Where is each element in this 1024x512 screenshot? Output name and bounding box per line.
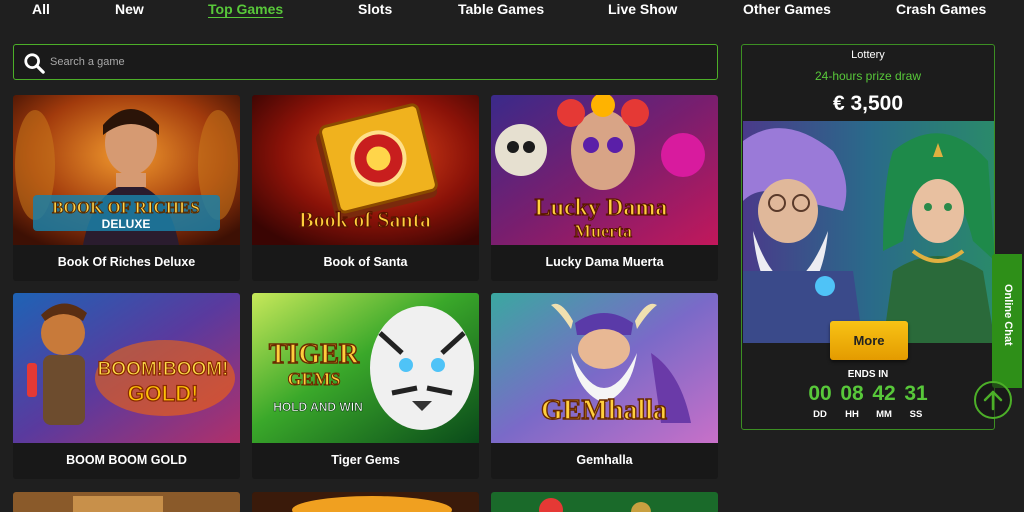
art-subtitle: Muerta	[574, 221, 632, 241]
lottery-more-button[interactable]: More	[830, 321, 908, 360]
game-card-partial[interactable]	[491, 492, 718, 512]
lottery-subtitle: 24-hours prize draw	[814, 69, 922, 83]
game-title[interactable]: Lucky Dama Muerta	[491, 245, 718, 281]
game-card-partial[interactable]	[252, 492, 479, 512]
game-title[interactable]: Tiger Gems	[252, 443, 479, 479]
art-subtitle: DELUXE	[102, 217, 151, 231]
timer-unit: MM	[876, 409, 892, 420]
lottery-title: Lottery	[851, 49, 885, 61]
category-nav: All New Top Games Slots Table Games Live…	[0, 0, 1024, 22]
game-thumbnail[interactable]: Book of Santa	[252, 95, 479, 245]
countdown-timer: 00 DD 08 HH 42 MM 31 SS	[804, 382, 934, 422]
game-card-gemhalla[interactable]: GEMhalla Gemhalla	[491, 293, 718, 479]
arrow-up-icon[interactable]	[976, 383, 1010, 417]
nav-item-slots[interactable]: Slots	[358, 1, 392, 17]
game-card-book-of-santa[interactable]: Book of Santa Book of Santa	[252, 95, 479, 281]
art-title: Lucky Dama	[535, 195, 668, 221]
timer-minutes: 42 MM	[868, 382, 900, 420]
nav-item-live-show[interactable]: Live Show	[608, 1, 677, 17]
online-chat-tab[interactable]: Online Chat	[992, 254, 1022, 388]
timer-unit: SS	[909, 409, 923, 420]
art-title: TIGER	[269, 339, 360, 370]
game-card-lucky-dama-muerta[interactable]: Lucky Dama Muerta Lucky Dama Muerta	[491, 95, 718, 281]
timer-value: 00	[808, 382, 832, 405]
lottery-prize: € 3,500	[832, 92, 904, 115]
game-thumbnail[interactable]: TIGER GEMS HOLD AND WIN	[252, 293, 479, 443]
timer-value: 42	[872, 382, 896, 405]
game-thumbnail[interactable]	[252, 492, 479, 512]
nav-item-other-games[interactable]: Other Games	[743, 1, 831, 17]
timer-days: 00 DD	[804, 382, 836, 420]
art-title: Book of Santa	[299, 207, 431, 232]
ends-in-label: ENDS IN	[847, 369, 889, 380]
search-input[interactable]	[50, 51, 700, 73]
game-title[interactable]: Book Of Riches Deluxe	[13, 245, 240, 281]
scroll-top-button[interactable]	[974, 381, 1012, 419]
online-chat-label[interactable]: Online Chat	[1000, 284, 1014, 364]
game-thumbnail[interactable]: GEMhalla	[491, 293, 718, 443]
art-title: BOOM!BOOM!	[98, 359, 229, 380]
art-subtitle: GEMS	[287, 369, 340, 389]
art-title: BOOK OF RICHES	[52, 198, 200, 217]
lottery-panel: Lottery 24-hours prize draw € 3,500 More…	[741, 44, 995, 430]
timer-seconds: 31 SS	[900, 382, 932, 420]
nav-item-all[interactable]: All	[32, 1, 50, 17]
game-card-tiger-gems[interactable]: TIGER GEMS HOLD AND WIN Tiger Gems	[252, 293, 479, 479]
timer-hours: 08 HH	[836, 382, 868, 420]
nav-item-table-games[interactable]: Table Games	[458, 1, 544, 17]
timer-value: 08	[840, 382, 864, 405]
casino-page: All New Top Games Slots Table Games Live…	[0, 0, 1024, 512]
search-icon[interactable]	[23, 52, 45, 74]
lottery-artwork	[743, 121, 994, 343]
game-title[interactable]: Book of Santa	[252, 245, 479, 281]
game-thumbnail[interactable]	[13, 492, 240, 512]
timer-unit: DD	[813, 409, 827, 420]
nav-item-new[interactable]: New	[115, 1, 144, 17]
game-title[interactable]: BOOM BOOM GOLD	[13, 443, 240, 479]
game-thumbnail[interactable]	[491, 492, 718, 512]
art-tagline: HOLD AND WIN	[273, 400, 363, 414]
nav-item-crash-games[interactable]: Crash Games	[896, 1, 986, 17]
search-bar	[13, 44, 718, 80]
game-card-partial[interactable]	[13, 492, 240, 512]
timer-unit: HH	[845, 409, 859, 420]
game-thumbnail[interactable]: BOOK OF RICHES DELUXE	[13, 95, 240, 245]
timer-value: 31	[904, 382, 928, 405]
game-title[interactable]: Gemhalla	[491, 443, 718, 479]
nav-item-top-games[interactable]: Top Games	[208, 1, 283, 17]
art-subtitle: GOLD!	[128, 381, 199, 406]
art-title: GEMhalla	[541, 395, 667, 426]
game-card-book-of-riches-deluxe[interactable]: BOOK OF RICHES DELUXE Book Of Riches Del…	[13, 95, 240, 281]
game-thumbnail[interactable]: Lucky Dama Muerta	[491, 95, 718, 245]
game-thumbnail[interactable]: BOOM!BOOM! GOLD!	[13, 293, 240, 443]
game-card-boom-boom-gold[interactable]: BOOM!BOOM! GOLD! BOOM BOOM GOLD	[13, 293, 240, 479]
